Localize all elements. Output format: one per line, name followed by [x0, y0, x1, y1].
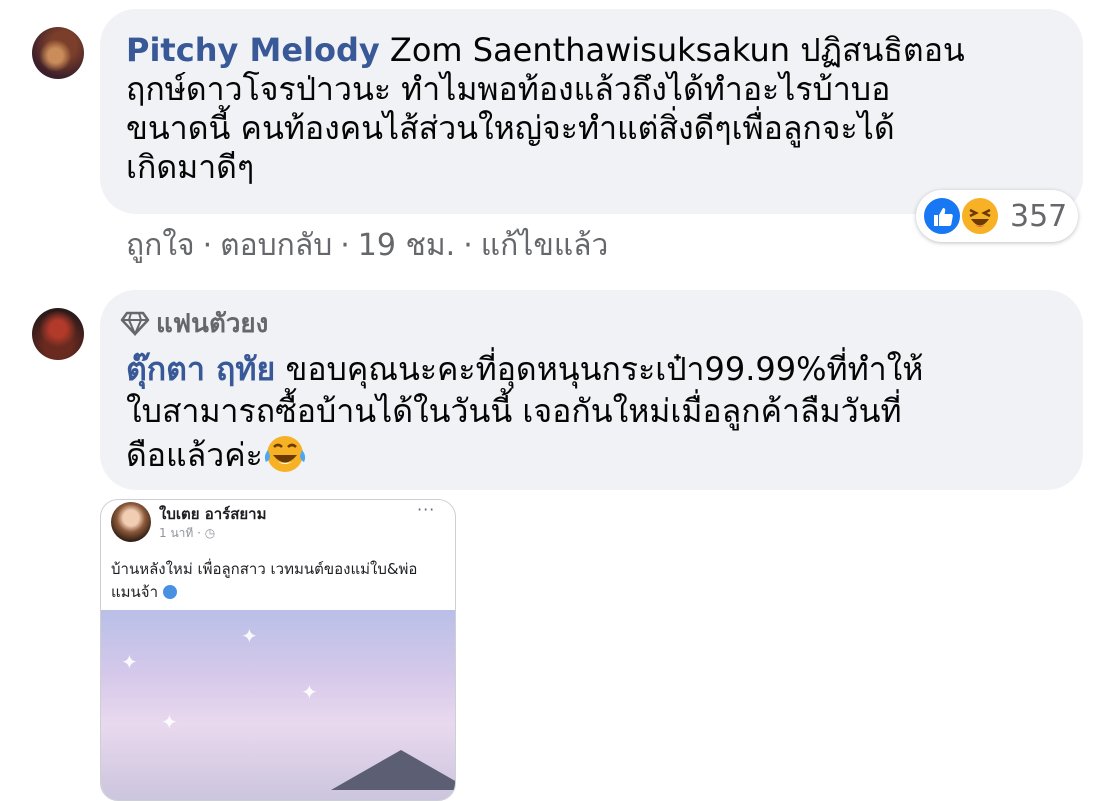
house-roof — [331, 750, 455, 790]
commenter-avatar[interactable] — [32, 308, 84, 360]
comment-line: Pitchy Melody Zom Saenthawisuksakun ปฏิส… — [126, 31, 965, 69]
more-options-icon: ··· — [417, 500, 436, 519]
separator: · — [463, 228, 473, 263]
attached-image[interactable]: ใบเตย อาร์สยาม 1 นาที · ◷ ··· บ้านหลังให… — [100, 499, 456, 801]
comment-line: ดือแล้วค่ะ — [126, 434, 307, 483]
post-author: ใบเตย อาร์สยาม — [159, 505, 267, 523]
like-icon — [922, 196, 962, 236]
post-text: บ้านหลังใหม่ เพื่อลูกสาว เวทมนต์ของแม่ใบ… — [111, 560, 418, 601]
comment-author[interactable]: ตุ๊กตา ฤทัย — [126, 350, 275, 388]
globe-emoji — [162, 585, 177, 599]
comment-line: ตุ๊กตา ฤทัย ขอบคุณนะคะที่อุดหนุนกระเป๋า9… — [126, 350, 924, 388]
separator: · — [202, 228, 213, 263]
comment-author[interactable]: Pitchy Melody — [126, 31, 380, 69]
reaction-summary[interactable]: 357 — [916, 190, 1078, 242]
haha-icon — [960, 196, 1000, 236]
comment-line: ขนาดนี้ คนท้องคนไส้ส่วนใหญ่จะทำแต่สิ่งดี… — [126, 109, 895, 147]
top-fan-badge[interactable]: แฟนตัวยง — [120, 303, 269, 339]
badge-label: แฟนตัวยง — [156, 309, 269, 339]
separator: · — [340, 228, 350, 263]
tears-of-joy-emoji — [263, 434, 307, 483]
like-link[interactable]: ถูกใจ — [126, 228, 195, 263]
post-meta: 1 นาที · ◷ — [159, 526, 216, 540]
commenter-avatar[interactable] — [32, 27, 84, 79]
reaction-count: 357 — [1010, 199, 1068, 234]
reply-link[interactable]: ตอบกลับ — [220, 228, 332, 263]
timestamp-link[interactable]: 19 ชม. — [358, 228, 455, 263]
comment-actions: ถูกใจ · ตอบกลับ · 19 ชม. · แก้ไขแล้ว — [126, 222, 608, 269]
comment-line: เกิดมาดีๆ — [126, 148, 255, 186]
diamond-icon — [120, 311, 150, 337]
comment-line: ใบสามารถซื้อบ้านได้ในวันนี้ เจอกันใหม่เม… — [126, 392, 902, 430]
comment-line: ฤกษ์ดาวโจรป่าวนะ ทำไมพอท้องแล้วถึงได้ทำอ… — [126, 70, 891, 108]
edited-label[interactable]: แก้ไขแล้ว — [481, 228, 609, 263]
post-photo: ✦ ✦ ✦ ✦ — [101, 610, 455, 800]
post-avatar — [111, 502, 151, 542]
